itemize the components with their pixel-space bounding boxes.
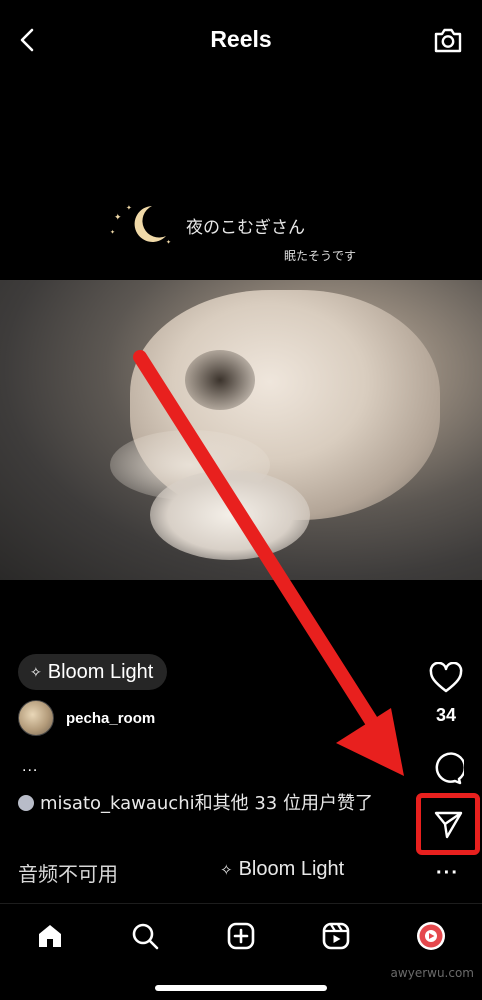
tab-search[interactable] [127, 918, 163, 954]
avatar[interactable] [18, 700, 54, 736]
tab-reels[interactable] [318, 918, 354, 954]
caption-more[interactable]: ... [22, 758, 38, 776]
sparkle-icon: ✧ [220, 861, 233, 879]
tab-create[interactable] [223, 918, 259, 954]
username[interactable]: pecha_room [66, 710, 155, 727]
svg-text:✦: ✦ [126, 204, 132, 212]
search-icon [132, 923, 159, 950]
more-options-icon[interactable]: ··· [436, 862, 459, 885]
video-overlay-title: 夜のこむぎさん [186, 218, 305, 238]
svg-text:✦: ✦ [110, 229, 115, 236]
audio-effect-label: Bloom Light [238, 858, 345, 880]
like-count: 34 [435, 705, 457, 725]
share-button[interactable] [416, 793, 480, 855]
home-icon [39, 925, 61, 947]
profile-avatar-icon [417, 922, 445, 950]
effect-badge[interactable]: ✧ Bloom Light [18, 654, 168, 690]
home-indicator[interactable] [155, 985, 327, 991]
header: Reels [0, 0, 482, 82]
add-post-icon [227, 922, 255, 950]
liker-avatar [18, 795, 34, 811]
reels-icon [322, 922, 350, 950]
send-icon [434, 811, 463, 839]
page-title: Reels [210, 26, 272, 52]
sparkle-icon: ✧ [30, 663, 42, 680]
tab-profile[interactable] [413, 918, 449, 954]
effect-label: Bloom Light [47, 660, 154, 683]
audio-status[interactable]: 音频不可用 [18, 858, 118, 887]
watermark: awyerwu.com [390, 966, 474, 980]
tab-home[interactable] [32, 918, 68, 954]
heart-icon[interactable] [428, 661, 464, 694]
svg-text:✦: ✦ [114, 213, 122, 223]
comment-icon[interactable] [430, 752, 467, 786]
author-row[interactable]: pecha_room [18, 700, 155, 736]
svg-text:✦: ✦ [166, 239, 171, 246]
reel-video[interactable] [0, 280, 482, 580]
video-overlay-subtitle: 眠たそうです [284, 249, 357, 263]
camera-icon[interactable] [432, 24, 464, 56]
likes-summary[interactable]: misato_kawauchi和其他 33 位用户赞了 [18, 792, 408, 816]
moon-icon: ✦ ✦ ✦ ✦ [108, 200, 178, 248]
audio-effect[interactable]: ✧ Bloom Light [220, 858, 344, 881]
likes-text: misato_kawauchi和其他 33 位用户赞了 [40, 793, 373, 814]
